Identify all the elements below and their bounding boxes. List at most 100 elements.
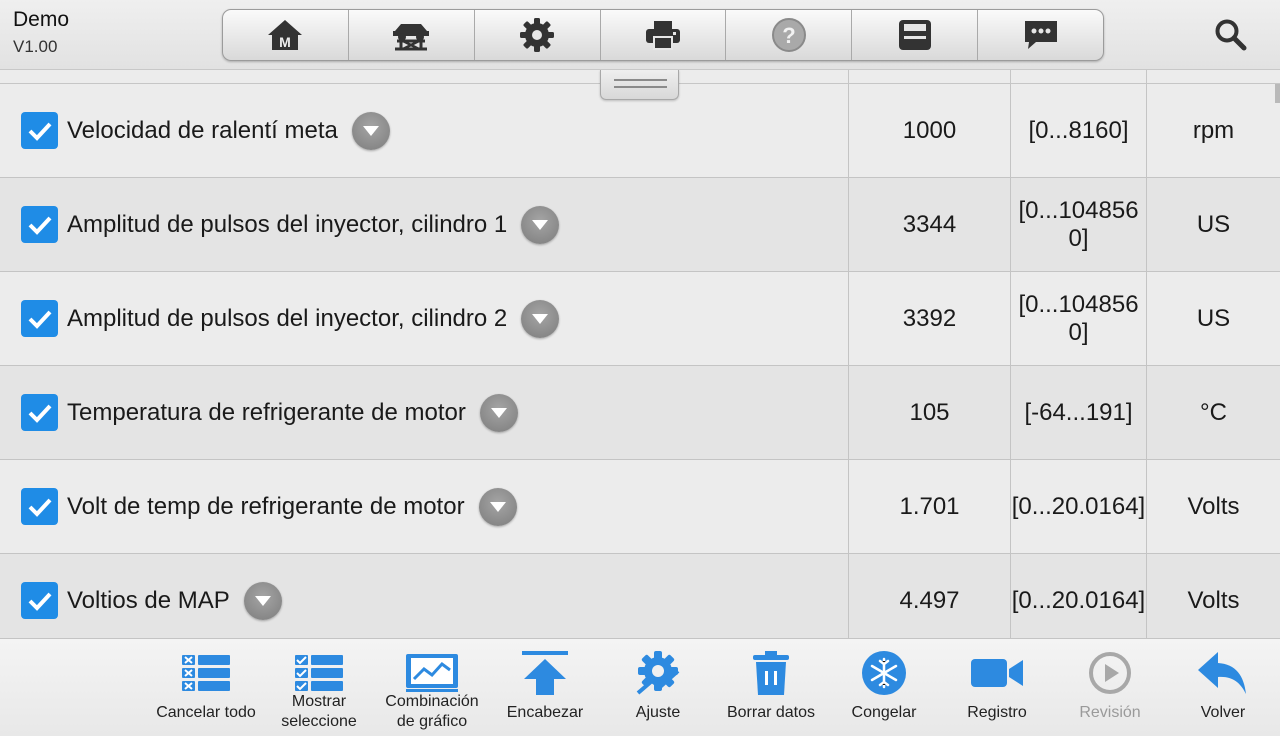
data-row: Voltios de MAP 4.497 [0...20.0164] Volts: [0, 554, 1280, 638]
chevron-down-icon: [254, 595, 271, 606]
checkmark-icon: [28, 592, 51, 611]
parameter-unit: Volts: [1146, 460, 1280, 553]
parameter-name-cell: Amplitud de pulsos del inyector, cilindr…: [0, 178, 848, 271]
cancel-all-button[interactable]: Cancelar todo: [150, 639, 262, 736]
parameter-label: Voltios de MAP: [67, 586, 230, 614]
live-data-list[interactable]: Velocidad de ralentí meta 1000 [0...8160…: [0, 70, 1280, 638]
to-top-button[interactable]: Encabezar: [489, 639, 601, 736]
parameter-unit: Volts: [1146, 554, 1280, 638]
parameter-name-cell: Velocidad de ralentí meta: [0, 84, 848, 177]
video-camera-icon: [967, 647, 1027, 699]
review-label: Revisión: [1079, 704, 1141, 721]
back-button[interactable]: Volver: [1167, 639, 1279, 736]
adjust-label: Ajuste: [635, 704, 681, 721]
search-icon: [1215, 19, 1247, 51]
row-checkbox[interactable]: [21, 394, 58, 431]
gear-icon: [520, 18, 555, 52]
parameter-unit: US: [1146, 178, 1280, 271]
parameter-value: 4.497: [848, 554, 1010, 638]
parameter-name-cell: Amplitud de pulsos del inyector, cilindr…: [0, 272, 848, 365]
printer-icon: [646, 21, 680, 50]
list-cancel-icon: [176, 647, 236, 699]
settings-button[interactable]: [475, 10, 601, 60]
save-icon: [898, 20, 931, 50]
row-checkbox[interactable]: [21, 582, 58, 619]
row-expand-button[interactable]: [351, 111, 390, 150]
svg-text:?: ?: [782, 23, 795, 48]
freeze-label: Congelar: [851, 704, 917, 721]
row-checkbox[interactable]: [21, 112, 58, 149]
parameter-unit: °C: [1146, 366, 1280, 459]
graph-merge-button[interactable]: Combinación de gráfico: [376, 639, 488, 736]
play-circle-icon: [1080, 647, 1140, 699]
parameter-value: 1000: [848, 84, 1010, 177]
parameter-value: 1.701: [848, 460, 1010, 553]
show-selection-label-line2: seleccione: [281, 713, 357, 730]
app-version: V1.00: [13, 37, 58, 56]
chevron-down-icon: [532, 219, 549, 230]
row-checkbox[interactable]: [21, 488, 58, 525]
trash-icon: [741, 647, 801, 699]
show-selection-label-line1: Mostrar: [291, 693, 347, 710]
help-button[interactable]: ?: [726, 10, 853, 60]
back-label: Volver: [1200, 704, 1246, 721]
row-expand-button[interactable]: [478, 487, 517, 526]
message-button[interactable]: [978, 10, 1103, 60]
parameter-range: [0...20.0164]: [1010, 554, 1146, 638]
vehicle-lift-icon: [393, 24, 430, 51]
parameter-label: Velocidad de ralentí meta: [67, 116, 338, 144]
parameter-value: 3344: [848, 178, 1010, 271]
row-expand-button[interactable]: [243, 581, 282, 620]
top-bar: Demo V1.00 M ?: [0, 0, 1280, 70]
checkmark-icon: [28, 498, 51, 517]
row-expand-button[interactable]: [521, 299, 560, 338]
drag-handle[interactable]: [600, 70, 679, 100]
chevron-down-icon: [490, 407, 507, 418]
show-selection-button[interactable]: Mostrar seleccione: [263, 639, 375, 736]
search-button[interactable]: [1210, 14, 1252, 56]
parameter-range: [0...8160]: [1010, 84, 1146, 177]
graph-merge-label: Combinación de gráfico: [376, 692, 488, 732]
chevron-down-icon: [532, 313, 549, 324]
parameter-unit: rpm: [1146, 84, 1280, 177]
checkmark-icon: [28, 216, 51, 235]
show-selection-label: Mostrar seleccione: [263, 692, 375, 732]
help-icon: ?: [771, 18, 806, 52]
row-expand-button[interactable]: [479, 393, 518, 432]
chevron-down-icon: [489, 501, 506, 512]
freeze-button[interactable]: Congelar: [828, 639, 940, 736]
home-icon: M: [268, 20, 303, 50]
chat-icon: [1024, 21, 1057, 49]
row-checkbox[interactable]: [21, 300, 58, 337]
data-row: Temperatura de refrigerante de motor 105…: [0, 366, 1280, 460]
parameter-label: Volt de temp de refrigerante de motor: [67, 492, 465, 520]
cancel-all-label: Cancelar todo: [156, 704, 256, 721]
bottom-action-bar: Cancelar todo Mostrar seleccione Combina…: [0, 638, 1280, 736]
graph-merge-label-line1: Combinación: [385, 693, 479, 710]
home-button[interactable]: M: [223, 10, 349, 60]
parameter-label: Amplitud de pulsos del inyector, cilindr…: [67, 210, 508, 238]
print-button[interactable]: [601, 10, 727, 60]
data-row: Amplitud de pulsos del inyector, cilindr…: [0, 272, 1280, 366]
checkmark-icon: [28, 122, 51, 141]
parameter-name-cell: Temperatura de refrigerante de motor: [0, 366, 848, 459]
row-expand-button[interactable]: [521, 205, 560, 244]
snowflake-icon: [854, 647, 914, 699]
data-rows: Velocidad de ralentí meta 1000 [0...8160…: [0, 84, 1280, 638]
save-button[interactable]: [852, 10, 979, 60]
app-title: Demo: [13, 8, 70, 31]
row-checkbox[interactable]: [21, 206, 58, 243]
chevron-down-icon: [362, 125, 379, 136]
parameter-label: Amplitud de pulsos del inyector, cilindr…: [67, 304, 508, 332]
record-button[interactable]: Registro: [941, 639, 1053, 736]
checkmark-icon: [28, 404, 51, 423]
parameter-range: [0...1048560]: [1010, 272, 1146, 365]
parameter-value: 3392: [848, 272, 1010, 365]
parameter-range: [0...20.0164]: [1010, 460, 1146, 553]
parameter-unit: US: [1146, 272, 1280, 365]
review-button: Revisión: [1054, 639, 1166, 736]
vehicle-button[interactable]: [349, 10, 475, 60]
adjust-button[interactable]: Ajuste: [602, 639, 714, 736]
clear-data-button[interactable]: Borrar datos: [715, 639, 827, 736]
scrollbar[interactable]: [1275, 84, 1280, 103]
